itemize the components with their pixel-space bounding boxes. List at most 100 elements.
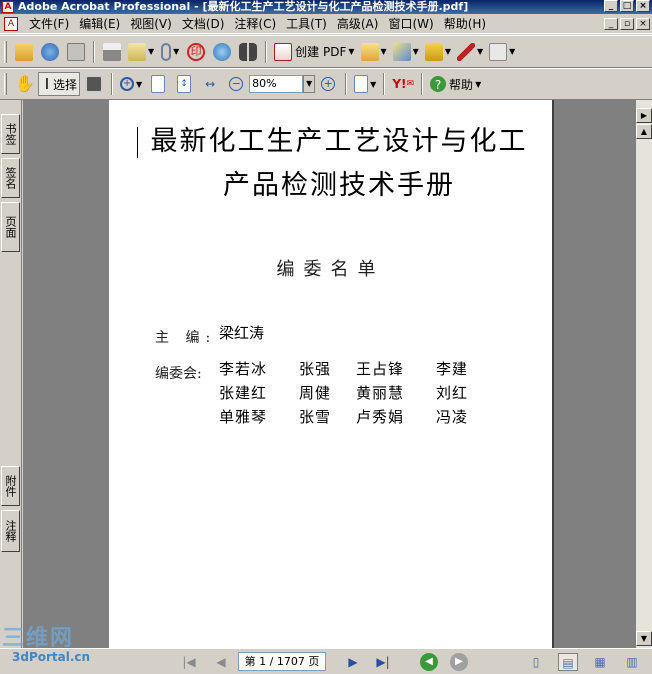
toolbar-grip[interactable] <box>4 73 7 95</box>
sign-button[interactable]: ▼ <box>391 40 421 64</box>
chevron-down-icon: ▼ <box>476 47 484 56</box>
separator <box>421 73 424 95</box>
chevron-down-icon: ▼ <box>509 47 516 56</box>
menu-document[interactable]: 文档(D) <box>177 15 230 32</box>
doc-minimize-button[interactable]: _ <box>604 18 618 30</box>
vertical-scrollbar[interactable]: ▶ ▲ ▼ <box>635 100 652 648</box>
acrobat-app-icon[interactable]: A <box>2 1 14 13</box>
stamp-icon: 印 <box>187 42 206 61</box>
search-binoculars-icon <box>239 42 258 61</box>
tab-signatures[interactable]: 签名 <box>1 158 20 198</box>
print-button[interactable] <box>100 40 124 64</box>
page-number-field[interactable]: 第 1 / 1707 页 <box>238 652 326 671</box>
chevron-down-icon: ▼ <box>370 79 377 89</box>
triangle-right-icon: ▶ <box>640 111 648 120</box>
review-icon <box>360 42 379 61</box>
menu-view[interactable]: 视图(V) <box>125 15 177 32</box>
hand-icon: ✋ <box>15 74 35 93</box>
menu-edit[interactable]: 编辑(E) <box>74 15 125 32</box>
continuous-facing-icon: ▥ <box>626 655 638 669</box>
search-button[interactable] <box>236 40 260 64</box>
open-button[interactable] <box>12 40 36 64</box>
organizer-button[interactable]: ▼ <box>126 40 156 64</box>
scroll-up-button[interactable]: ▲ <box>636 124 652 139</box>
create-pdf-label: 创建 PDF <box>295 45 347 59</box>
zoom-in-icon: + <box>120 77 135 91</box>
member-name: 李若冰 <box>219 360 268 378</box>
zoom-in-button[interactable]: + <box>316 72 340 96</box>
next-view-button[interactable]: ▶ <box>450 653 468 671</box>
minimize-button[interactable]: _ <box>604 0 618 12</box>
first-page-button[interactable]: |◀ <box>180 653 198 671</box>
single-page-layout-button[interactable]: ▯ <box>526 653 546 671</box>
actual-size-icon <box>151 75 166 93</box>
help-button[interactable]: ? 帮助 ▼ <box>428 72 483 96</box>
continuous-layout-button[interactable]: ▤ <box>558 653 578 671</box>
arrow-down-icon: ▼ <box>640 634 648 643</box>
member-name: 李建 <box>436 360 469 378</box>
secure-button[interactable]: ▼ <box>423 40 453 64</box>
tab-comments[interactable]: 注释 <box>1 510 20 552</box>
previous-page-button[interactable]: ◀ <box>212 653 230 671</box>
fit-page-button[interactable]: ↕ <box>172 72 196 96</box>
close-button[interactable]: × <box>636 0 650 12</box>
tab-attachments[interactable]: 附件 <box>1 466 20 506</box>
toolbar-grip[interactable] <box>4 40 7 63</box>
yahoo-search-button[interactable]: Y! ✉ <box>390 72 416 96</box>
forms-button[interactable]: ▼ <box>487 40 517 64</box>
member-name: 周健 <box>299 384 332 402</box>
rotate-button[interactable]: ▼ <box>352 72 378 96</box>
fit-width-button[interactable]: ↔ <box>198 72 222 96</box>
window-controls: _ □ × <box>604 0 650 12</box>
menu-window[interactable]: 窗口(W) <box>383 15 438 32</box>
zoom-in-tool-button[interactable]: + ▼ <box>118 72 144 96</box>
tab-pages[interactable]: 页面 <box>1 202 20 252</box>
hand-tool-button[interactable]: ✋ <box>12 72 36 96</box>
next-page-button[interactable]: ▶ <box>344 653 362 671</box>
menu-comments[interactable]: 注释(C) <box>229 15 281 32</box>
member-name: 王占锋 <box>356 360 405 378</box>
document-view[interactable]: 最新化工生产工艺设计与化工 产品检测技术手册 编委名单 主 编: 梁红涛 编委会… <box>23 100 635 648</box>
maximize-button[interactable]: □ <box>620 0 634 12</box>
separator <box>265 40 268 63</box>
sign-icon <box>392 42 411 61</box>
document-title-line1: 最新化工生产工艺设计与化工 <box>150 126 528 157</box>
continuous-page-icon: ▤ <box>562 656 574 670</box>
menu-help[interactable]: 帮助(H) <box>439 15 491 32</box>
previous-view-button[interactable]: ◀ <box>420 653 438 671</box>
doc-restore-button[interactable]: ▫ <box>620 18 634 30</box>
actual-size-button[interactable] <box>146 72 170 96</box>
member-name: 卢秀娟 <box>356 408 405 426</box>
last-page-button[interactable]: ▶| <box>374 653 392 671</box>
pdf-page[interactable]: 最新化工生产工艺设计与化工 产品检测技术手册 编委名单 主 编: 梁红涛 编委会… <box>109 100 552 648</box>
menu-file[interactable]: 文件(F) <box>24 15 74 32</box>
select-tool-button[interactable]: I 选择 <box>38 72 81 96</box>
advanced-edit-button[interactable]: ▼ <box>455 40 485 64</box>
document-menu-icon[interactable]: A <box>4 16 18 31</box>
tab-bookmarks[interactable]: 书签 <box>1 114 20 154</box>
create-pdf-button[interactable]: 创建 PDF ▼ <box>272 40 356 64</box>
title-bar: A Adobe Acrobat Professional - [最新化工生产工艺… <box>0 0 652 14</box>
arrow-up-icon: ▲ <box>640 127 648 136</box>
split-view-arrow-button[interactable]: ▶ <box>636 108 652 123</box>
zoom-out-button[interactable]: − <box>224 72 248 96</box>
review-button[interactable]: ▼ <box>359 40 389 64</box>
scroll-down-button[interactable]: ▼ <box>636 631 652 646</box>
menu-advanced[interactable]: 高级(A) <box>332 15 384 32</box>
member-name: 刘红 <box>436 384 469 402</box>
snapshot-button[interactable] <box>82 72 106 96</box>
stamp-button[interactable]: 印 <box>184 40 208 64</box>
menu-tools[interactable]: 工具(T) <box>281 15 332 32</box>
attach-button[interactable]: ▼ <box>158 40 182 64</box>
save-web-button[interactable] <box>38 40 62 64</box>
zoom-dropdown-button[interactable]: ▼ <box>303 75 316 93</box>
facing-layout-button[interactable]: ▦ <box>590 653 610 671</box>
email-button[interactable] <box>210 40 234 64</box>
doc-close-button[interactable]: × <box>636 18 650 30</box>
zoom-level-input[interactable]: 80% <box>249 75 304 93</box>
text-cursor <box>137 127 138 158</box>
rotate-page-icon <box>354 75 369 93</box>
continuous-facing-layout-button[interactable]: ▥ <box>622 653 642 671</box>
member-row: 李若冰 张强 王占锋 李建 <box>219 358 516 382</box>
save-button[interactable] <box>64 40 88 64</box>
